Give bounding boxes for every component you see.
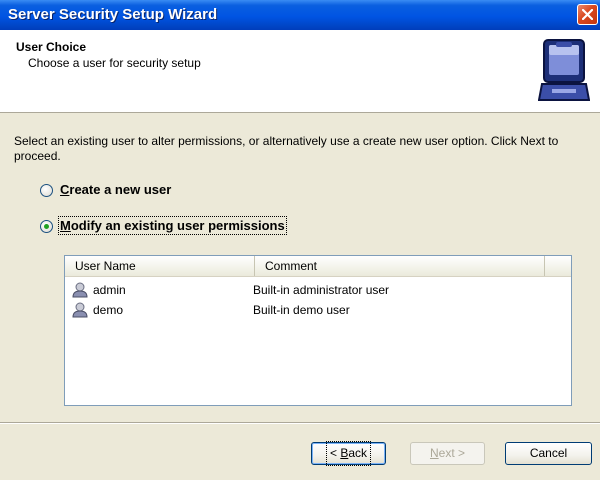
header-subtitle: Choose a user for security setup: [28, 56, 201, 70]
wizard-header: User Choice Choose a user for security s…: [0, 30, 600, 113]
create-new-user-label[interactable]: Create a new user: [60, 182, 171, 197]
user-list[interactable]: User Name Comment admin Built-in adminis…: [64, 255, 572, 406]
window-title: Server Security Setup Wizard: [8, 6, 218, 23]
user-name-cell: demo: [93, 303, 124, 317]
back-prefix: <: [329, 446, 341, 460]
list-header: User Name Comment: [65, 256, 571, 277]
list-item[interactable]: admin Built-in administrator user: [65, 281, 571, 299]
close-icon: [582, 9, 593, 20]
user-name-cell: admin: [93, 283, 126, 297]
user-comment-cell: Built-in demo user: [253, 303, 350, 317]
cancel-button[interactable]: Cancel: [505, 442, 592, 465]
access-key-c: C: [60, 182, 70, 197]
back-rest: ack: [348, 446, 368, 460]
next-button[interactable]: Next >: [410, 442, 485, 465]
create-new-user-text: reate a new user: [69, 182, 172, 197]
next-suffix: >: [454, 446, 466, 460]
radio-selected-dot: [44, 224, 49, 229]
next-rest: ext: [438, 446, 455, 460]
next-button-label: Next >: [430, 443, 465, 464]
user-comment-cell: Built-in administrator user: [253, 283, 390, 297]
header-title: User Choice: [16, 40, 87, 54]
column-header-comment[interactable]: Comment: [255, 256, 545, 276]
modify-existing-user-label[interactable]: Modify an existing user permissions: [58, 216, 287, 235]
access-key-m: M: [60, 218, 71, 233]
modify-existing-user-text: odify an existing user permissions: [70, 218, 285, 233]
computer-icon: [538, 39, 590, 101]
access-key-n: N: [429, 446, 439, 460]
user-icon: [72, 302, 88, 318]
cancel-button-label: Cancel: [529, 446, 568, 460]
close-button[interactable]: [577, 4, 598, 25]
list-item[interactable]: demo Built-in demo user: [65, 301, 571, 319]
column-header-user-name[interactable]: User Name: [65, 256, 255, 276]
back-button-label: < Back: [325, 441, 372, 466]
footer-separator: [0, 422, 600, 424]
radio-button-create[interactable]: [40, 184, 53, 197]
back-button[interactable]: < Back: [311, 441, 386, 466]
instruction-text: Select an existing user to alter permiss…: [14, 134, 559, 163]
title-bar[interactable]: Server Security Setup Wizard: [0, 0, 600, 30]
radio-button-modify[interactable]: [40, 220, 53, 233]
user-icon: [72, 282, 88, 298]
